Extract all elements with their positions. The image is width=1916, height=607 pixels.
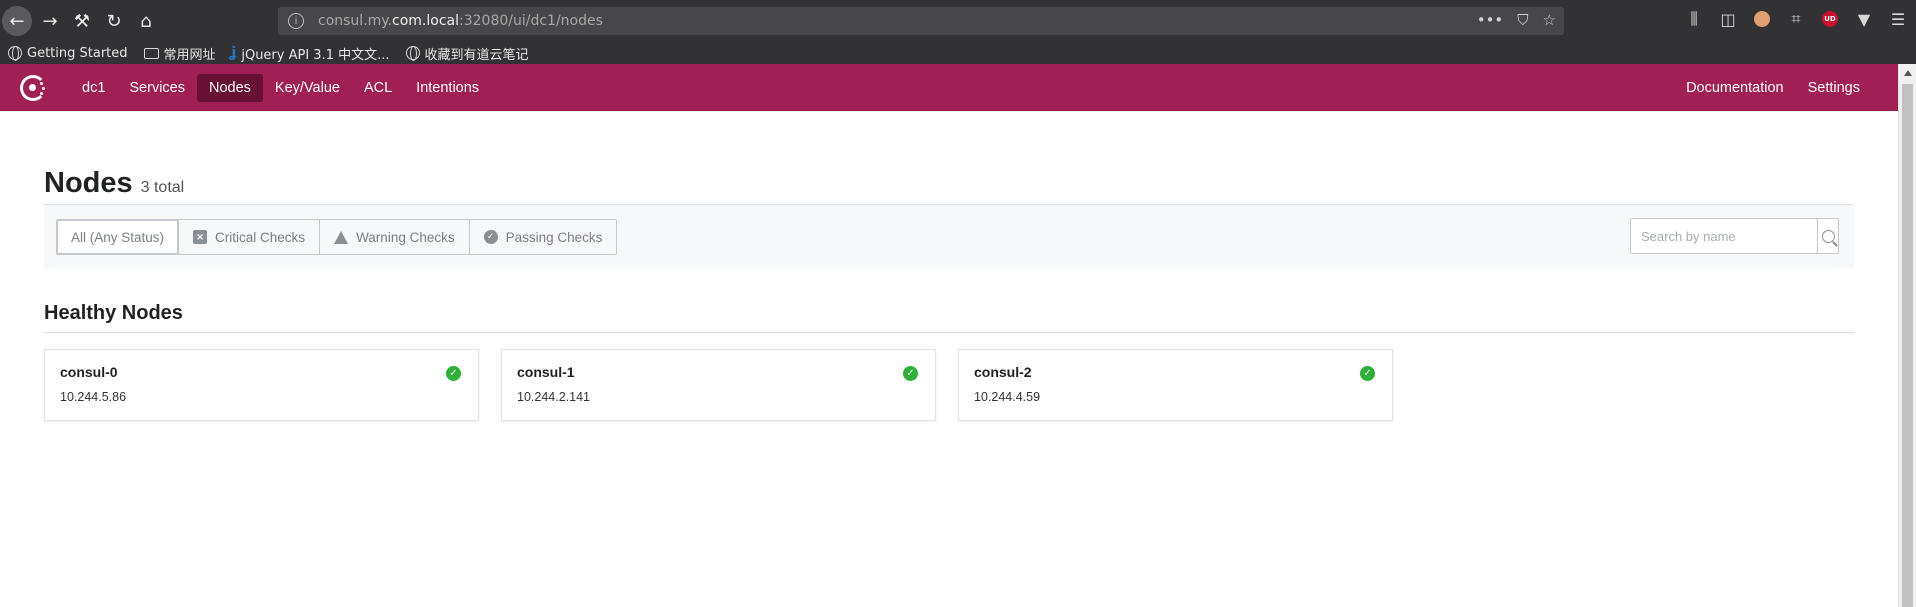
back-arrow-icon[interactable]: ← xyxy=(2,6,32,36)
globe-icon xyxy=(405,46,420,61)
nav-datacenter[interactable]: dc1 xyxy=(70,74,117,102)
page-header: Nodes 3 total xyxy=(44,167,1854,205)
ublock-icon[interactable]: UD xyxy=(1820,9,1840,29)
vpn-icon[interactable]: ▼ xyxy=(1854,9,1874,29)
passing-check-icon: ✓ xyxy=(903,366,918,381)
node-name: consul-1 xyxy=(517,364,575,380)
browser-toolbar: ← → ⚒ ↻ ⌂ i consul.my.com.local:32080/ui… xyxy=(0,0,1916,42)
crop-icon[interactable]: ⌗ xyxy=(1786,9,1806,29)
home-icon[interactable]: ⌂ xyxy=(132,7,160,35)
filter-all-button[interactable]: All (Any Status) xyxy=(56,219,180,255)
bookmarks-bar: Getting Started 常用网址 ʝ jQuery API 3.1 中文文… xyxy=(0,42,1916,64)
globe-icon xyxy=(8,46,22,61)
scrollbar-thumb[interactable] xyxy=(1902,84,1913,607)
search-box xyxy=(1630,218,1839,254)
site-info-icon[interactable]: i xyxy=(288,13,304,29)
nav-nodes[interactable]: Nodes xyxy=(197,73,263,102)
wrench-icon[interactable]: ⚒ xyxy=(68,7,96,35)
sidebar-icon[interactable]: ◫ xyxy=(1718,9,1738,29)
library-icon[interactable]: ⫼ xyxy=(1684,9,1704,29)
consul-logo-icon[interactable] xyxy=(18,73,48,103)
node-card[interactable]: consul-0 10.244.5.86 ✓ xyxy=(44,349,479,421)
search-icon xyxy=(1821,229,1835,243)
reload-icon[interactable]: ↻ xyxy=(100,7,128,35)
passing-check-icon: ✓ xyxy=(483,230,498,244)
section-title: Healthy Nodes xyxy=(44,302,1854,333)
node-list: consul-0 10.244.5.86 ✓ consul-1 10.244.2… xyxy=(44,349,1854,421)
bookmark-getting-started[interactable]: Getting Started xyxy=(8,46,128,61)
critical-x-icon: × xyxy=(193,230,208,244)
passing-check-icon: ✓ xyxy=(1360,366,1375,381)
node-ip: 10.244.2.141 xyxy=(517,390,590,404)
search-button[interactable] xyxy=(1817,219,1838,253)
consul-navbar: dc1 Services Nodes Key/Value ACL Intenti… xyxy=(0,64,1898,111)
node-name: consul-0 xyxy=(60,364,118,380)
nav-intentions[interactable]: Intentions xyxy=(404,74,491,102)
nav-settings[interactable]: Settings xyxy=(1796,74,1872,102)
status-filter-group: All (Any Status) × Critical Checks Warnin… xyxy=(56,219,618,255)
more-actions-icon[interactable]: ••• xyxy=(1477,11,1504,29)
search-input[interactable] xyxy=(1631,219,1817,253)
page-title: Nodes xyxy=(44,167,133,199)
passing-check-icon: ✓ xyxy=(446,366,461,381)
node-name: consul-2 xyxy=(974,364,1032,380)
bookmark-folder[interactable]: 常用网址 xyxy=(143,44,216,63)
filter-passing-button[interactable]: ✓ Passing Checks xyxy=(468,219,618,255)
bookmark-jquery[interactable]: ʝ jQuery API 3.1 中文文... xyxy=(232,44,390,63)
pocket-icon[interactable]: ⛉ xyxy=(1517,11,1528,29)
node-card[interactable]: consul-1 10.244.2.141 ✓ xyxy=(501,349,936,421)
bookmark-star-icon[interactable]: ☆ xyxy=(1543,11,1556,29)
extension-avatar-icon[interactable] xyxy=(1752,9,1772,29)
nav-acl[interactable]: ACL xyxy=(352,74,404,102)
node-count: 3 total xyxy=(140,179,185,196)
warning-triangle-icon xyxy=(334,230,349,244)
filter-bar: All (Any Status) × Critical Checks Warnin… xyxy=(44,205,1854,269)
nav-documentation[interactable]: Documentation xyxy=(1674,74,1796,102)
address-bar[interactable]: i consul.my.com.local:32080/ui/dc1/nodes… xyxy=(278,7,1564,35)
node-ip: 10.244.5.86 xyxy=(60,390,127,404)
nav-services[interactable]: Services xyxy=(117,74,197,102)
url-text[interactable]: consul.my.com.local:32080/ui/dc1/nodes xyxy=(318,13,603,29)
bookmark-youdao[interactable]: 收藏到有道云笔记 xyxy=(405,44,529,63)
forward-arrow-icon[interactable]: → xyxy=(36,7,64,35)
nav-key-value[interactable]: Key/Value xyxy=(263,74,352,102)
node-ip: 10.244.4.59 xyxy=(974,390,1041,404)
jquery-icon: ʝ xyxy=(231,45,237,61)
filter-warning-button[interactable]: Warning Checks xyxy=(319,219,470,255)
filter-critical-button[interactable]: × Critical Checks xyxy=(178,219,321,255)
scroll-up-icon[interactable] xyxy=(1903,70,1912,76)
folder-icon xyxy=(143,47,159,59)
node-card[interactable]: consul-2 10.244.4.59 ✓ xyxy=(958,349,1393,421)
main-content: Nodes 3 total All (Any Status) × Critical… xyxy=(44,111,1854,421)
menu-icon[interactable]: ☰ xyxy=(1888,9,1908,29)
page-scrollbar[interactable] xyxy=(1898,64,1916,607)
